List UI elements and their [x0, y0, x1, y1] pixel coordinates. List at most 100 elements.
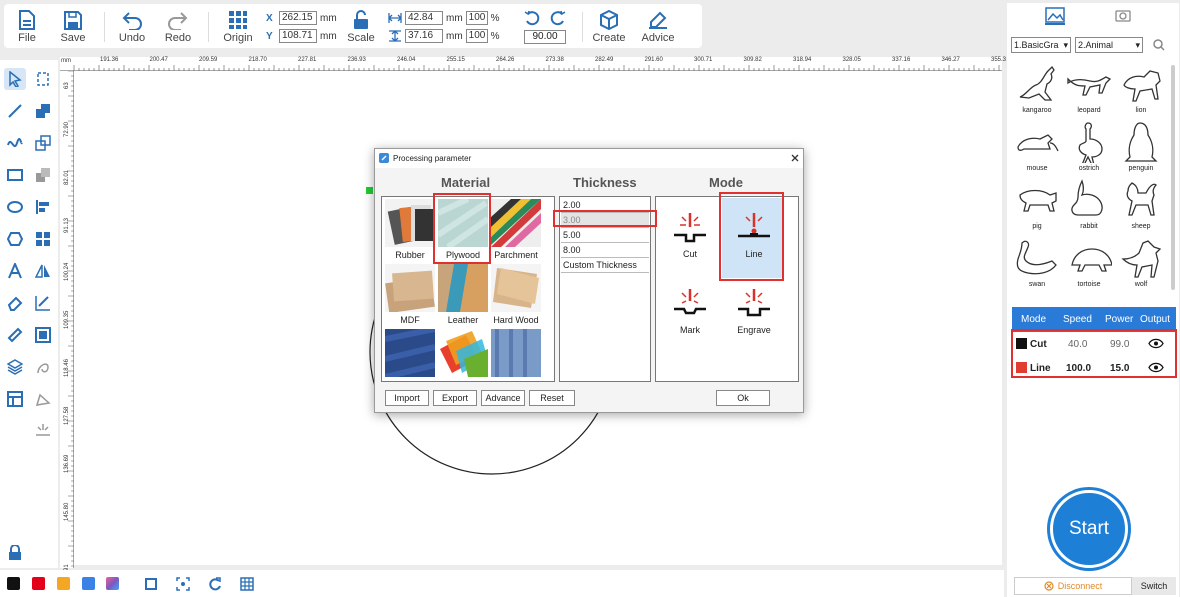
color-swatch-black[interactable] — [7, 577, 20, 590]
shape-wolf[interactable]: wolf — [1115, 237, 1167, 295]
rotate-ccw-icon[interactable] — [524, 10, 540, 26]
thickness-option[interactable]: 2.00 — [561, 198, 649, 213]
shape-penguin[interactable]: penguin — [1115, 121, 1167, 179]
origin-button[interactable]: Origin — [220, 4, 256, 48]
subcategory-dropdown[interactable]: 2.Animal ▾ — [1075, 37, 1143, 53]
table-tool[interactable] — [4, 388, 26, 410]
x-input[interactable]: 262.15 — [279, 11, 317, 25]
redo-button[interactable]: Redo — [162, 4, 194, 48]
zoom-fit-icon[interactable] — [176, 577, 190, 591]
export-button[interactable]: Export — [433, 390, 477, 406]
file-button[interactable]: File — [12, 4, 42, 48]
advance-button[interactable]: Advance — [481, 390, 525, 406]
combine-tool[interactable] — [32, 100, 54, 122]
material-fabric[interactable] — [384, 329, 436, 377]
node-edit-tool[interactable] — [32, 68, 54, 90]
selection-handle[interactable] — [366, 187, 373, 194]
layer-speed[interactable]: 100.0 — [1066, 363, 1091, 374]
camera-icon[interactable] — [1115, 8, 1131, 22]
color-swatch-orange[interactable] — [57, 577, 70, 590]
fit-frame-icon[interactable] — [144, 577, 158, 591]
curve-tool[interactable] — [4, 132, 26, 154]
import-button[interactable]: Import — [385, 390, 429, 406]
laser-tool[interactable] — [32, 420, 54, 442]
material-mdf[interactable]: MDF — [384, 264, 436, 325]
thickness-option-selected[interactable]: 3.00 — [561, 213, 649, 228]
category-dropdown[interactable]: 1.BasicGra ▾ — [1011, 37, 1071, 53]
union-tool[interactable] — [32, 132, 54, 154]
shape-pig[interactable]: pig — [1011, 179, 1063, 237]
ellipse-tool[interactable] — [4, 196, 26, 218]
rectangle-tool[interactable] — [4, 164, 26, 186]
material-rubber[interactable]: Rubber — [384, 199, 436, 260]
height-input[interactable]: 37.16 — [405, 29, 443, 43]
height-percent-input[interactable]: 100 — [465, 29, 488, 43]
color-swatch-blue[interactable] — [82, 577, 95, 590]
shape-leopard[interactable]: leopard — [1063, 63, 1115, 121]
switch-button[interactable]: Switch — [1132, 577, 1176, 595]
width-input[interactable]: 42.84 — [405, 11, 443, 25]
layer-speed[interactable]: 40.0 — [1068, 339, 1087, 350]
mode-mark[interactable]: Mark — [660, 285, 720, 335]
shape-tortoise[interactable]: tortoise — [1063, 237, 1115, 295]
image-library-icon[interactable] — [1045, 7, 1065, 25]
y-input[interactable]: 108.71 — [279, 29, 317, 43]
shape-rabbit[interactable]: rabbit — [1063, 179, 1115, 237]
thickness-option[interactable]: 5.00 — [561, 228, 649, 243]
width-percent-input[interactable]: 100 — [465, 11, 488, 25]
grid-toggle-icon[interactable] — [240, 577, 254, 591]
material-plywood[interactable]: Plywood — [437, 199, 489, 260]
rotate-cw-icon[interactable] — [550, 10, 566, 26]
select-tool[interactable] — [4, 68, 26, 90]
mode-line[interactable]: Line — [724, 209, 784, 259]
trace-tool[interactable] — [32, 356, 54, 378]
array-tool[interactable] — [32, 228, 54, 250]
layer-power[interactable]: 15.0 — [1110, 363, 1129, 374]
undo-button[interactable]: Undo — [116, 4, 148, 48]
color-swatch-red[interactable] — [32, 577, 45, 590]
lock-tool[interactable] — [4, 542, 26, 564]
chart-tool[interactable] — [32, 292, 54, 314]
shape-lion[interactable]: lion — [1115, 63, 1167, 121]
mirror-tool[interactable] — [32, 260, 54, 282]
frame-tool[interactable] — [32, 324, 54, 346]
rotation-input[interactable]: 90.00 — [524, 30, 566, 44]
scale-lock-button[interactable]: Scale — [344, 4, 378, 48]
start-button[interactable]: Start — [1050, 490, 1128, 568]
text-tool[interactable] — [4, 260, 26, 282]
polygon-tool[interactable] — [4, 228, 26, 250]
eye-icon[interactable] — [1148, 338, 1164, 349]
material-leather[interactable]: Leather — [437, 264, 489, 325]
refresh-icon[interactable] — [208, 577, 222, 591]
layer-row-line[interactable]: Line 100.0 15.0 — [1012, 356, 1176, 380]
eraser-tool[interactable] — [4, 292, 26, 314]
shape-kangaroo[interactable]: kangaroo — [1011, 63, 1063, 121]
search-icon[interactable] — [1153, 39, 1165, 51]
layers-tool[interactable] — [4, 356, 26, 378]
ok-button[interactable]: Ok — [716, 390, 770, 406]
shape-ostrich[interactable]: ostrich — [1063, 121, 1115, 179]
shape-sheep[interactable]: sheep — [1115, 179, 1167, 237]
mode-cut[interactable]: Cut — [660, 209, 720, 259]
line-tool[interactable] — [4, 100, 26, 122]
align-tool[interactable] — [32, 196, 54, 218]
material-felt[interactable] — [490, 329, 542, 377]
material-hard-wood[interactable]: Hard Wood — [490, 264, 542, 325]
thickness-option[interactable]: Custom Thickness — [561, 258, 649, 273]
material-acrylic[interactable] — [437, 329, 489, 377]
eye-icon[interactable] — [1148, 362, 1164, 373]
shape-mouse[interactable]: mouse — [1011, 121, 1063, 179]
layer-row-cut[interactable]: Cut 40.0 99.0 — [1012, 332, 1176, 356]
measure-tool[interactable] — [4, 324, 26, 346]
pen-tool[interactable] — [32, 388, 54, 410]
save-button[interactable]: Save — [56, 4, 90, 48]
reset-button[interactable]: Reset — [529, 390, 575, 406]
create-button[interactable]: Create — [590, 4, 628, 48]
library-scrollbar[interactable] — [1171, 65, 1175, 290]
material-parchment[interactable]: Parchment — [490, 199, 542, 260]
shape-swan[interactable]: swan — [1011, 237, 1063, 295]
subtract-tool[interactable] — [32, 164, 54, 186]
color-swatch-gradient[interactable] — [106, 577, 119, 590]
disconnect-button[interactable]: Disconnect — [1014, 577, 1132, 595]
layer-power[interactable]: 99.0 — [1110, 339, 1129, 350]
